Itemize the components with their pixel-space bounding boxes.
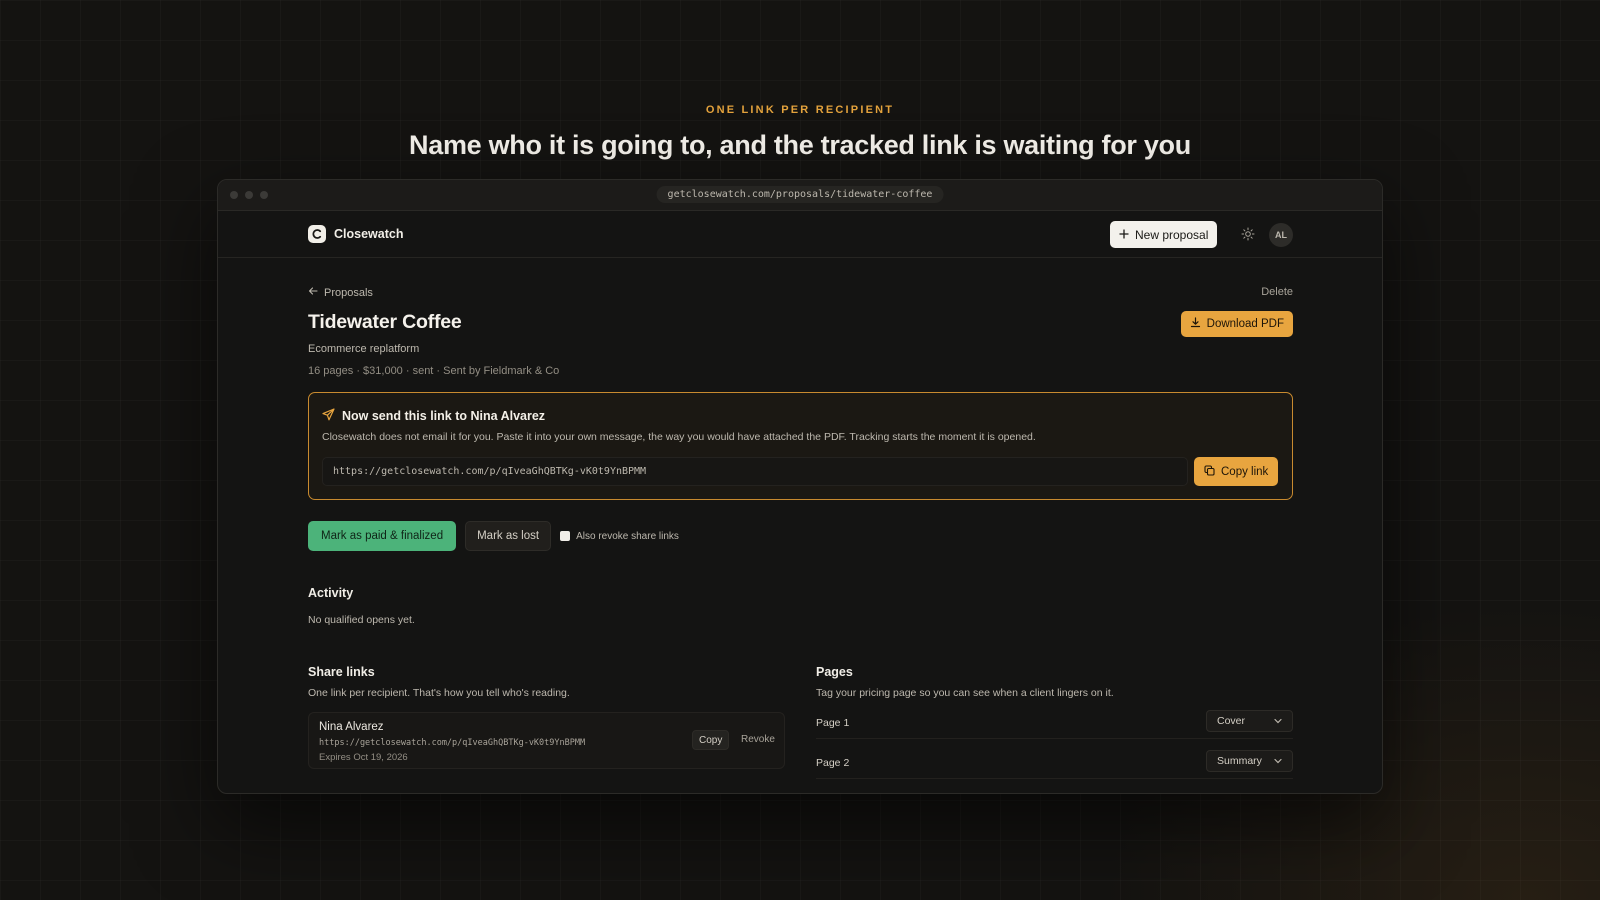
closewatch-logo-icon <box>308 225 326 243</box>
proposal-meta: 16 pages · $31,000 · sent · Sent by Fiel… <box>308 365 560 377</box>
delete-button[interactable]: Delete <box>1261 286 1293 298</box>
share-links-subtitle: One link per recipient. That's how you t… <box>308 687 570 699</box>
minimize-dot[interactable] <box>245 191 253 199</box>
copy-share-link-button[interactable]: Copy <box>692 730 730 750</box>
download-pdf-label: Download PDF <box>1206 318 1284 330</box>
browser-window: getclosewatch.com/proposals/tidewater-co… <box>217 179 1383 794</box>
copy-icon <box>1204 464 1215 479</box>
close-dot[interactable] <box>230 191 238 199</box>
proposal-subtitle: Ecommerce replatform <box>308 343 420 355</box>
share-links-heading: Share links <box>308 665 375 679</box>
avatar[interactable]: AL <box>1269 223 1293 247</box>
tracked-link-field[interactable]: https://getclosewatch.com/p/qIveaGhQBTKg… <box>322 457 1188 486</box>
window-controls <box>230 191 268 199</box>
page-tag-value: Summary <box>1217 755 1262 767</box>
new-proposal-label: New proposal <box>1135 227 1209 242</box>
revoke-share-link-button[interactable]: Revoke <box>741 734 775 745</box>
maximize-dot[interactable] <box>260 191 268 199</box>
hero-headline: Name who it is going to, and the tracked… <box>409 130 1191 160</box>
pages-subtitle: Tag your pricing page so you can see whe… <box>816 687 1114 699</box>
send-icon <box>322 408 335 424</box>
send-link-callout: Now send this link to Nina Alvarez Close… <box>308 392 1293 500</box>
status-actions: Mark as paid & finalized Mark as lost Al… <box>308 521 679 551</box>
back-label: Proposals <box>324 286 373 299</box>
brand-name: Closewatch <box>334 227 404 241</box>
brand[interactable]: Closewatch <box>308 225 403 243</box>
page-tag-select[interactable]: Summary <box>1206 750 1293 772</box>
activity-heading: Activity <box>308 586 354 600</box>
send-link-description: Closewatch does not email it for you. Pa… <box>322 431 1036 443</box>
page-tag-value: Cover <box>1217 715 1246 727</box>
copy-link-button[interactable]: Copy link <box>1194 457 1279 486</box>
download-pdf-button[interactable]: Download PDF <box>1180 311 1293 337</box>
pages-section: Pages Tag your pricing page so you can s… <box>816 665 1293 779</box>
mark-lost-button[interactable]: Mark as lost <box>465 521 552 551</box>
send-link-title: Now send this link to Nina Alvarez <box>322 408 545 424</box>
hero-eyebrow: ONE LINK PER RECIPIENT <box>705 104 895 116</box>
share-links-section: Share links One link per recipient. That… <box>308 665 785 769</box>
plus-icon <box>1119 228 1129 242</box>
page-label: Page 1 <box>816 717 850 729</box>
revoke-links-label: Also revoke share links <box>576 530 679 542</box>
mark-paid-button[interactable]: Mark as paid & finalized <box>308 521 457 551</box>
app-header: Closewatch New proposal AL <box>218 211 1382 258</box>
page-row: Page 2 Summary <box>816 747 1293 779</box>
share-link-url: https://getclosewatch.com/p/qIveaGhQBTKg… <box>319 738 586 748</box>
page-row: Page 1 Cover <box>816 707 1293 739</box>
download-icon <box>1190 317 1201 331</box>
copy-link-label: Copy link <box>1221 465 1269 478</box>
activity-empty-state: No qualified opens yet. <box>308 614 415 626</box>
chevron-down-icon <box>1274 715 1282 727</box>
address-bar[interactable]: getclosewatch.com/proposals/tidewater-co… <box>656 186 944 203</box>
page-title: Tidewater Coffee <box>308 311 462 333</box>
hero: ONE LINK PER RECIPIENT Name who it is go… <box>0 104 1600 161</box>
sun-icon[interactable] <box>1241 227 1255 246</box>
chevron-down-icon <box>1274 755 1282 767</box>
browser-titlebar: getclosewatch.com/proposals/tidewater-co… <box>218 180 1382 211</box>
checkbox-box[interactable] <box>560 531 571 541</box>
share-link-expiry: Expires Oct 19, 2026 <box>319 752 408 763</box>
page-tag-select[interactable]: Cover <box>1206 710 1293 732</box>
recipient-name: Nina Alvarez <box>319 721 384 733</box>
revoke-links-checkbox[interactable]: Also revoke share links <box>560 531 679 542</box>
send-link-title-text: Now send this link to Nina Alvarez <box>342 409 546 423</box>
page-label: Page 2 <box>816 757 850 769</box>
pages-heading: Pages <box>816 665 853 679</box>
arrow-left-icon <box>308 286 318 299</box>
share-link-card: Nina Alvarez https://getclosewatch.com/p… <box>308 712 785 769</box>
new-proposal-button[interactable]: New proposal <box>1110 221 1218 248</box>
back-link[interactable]: Proposals <box>308 286 373 299</box>
